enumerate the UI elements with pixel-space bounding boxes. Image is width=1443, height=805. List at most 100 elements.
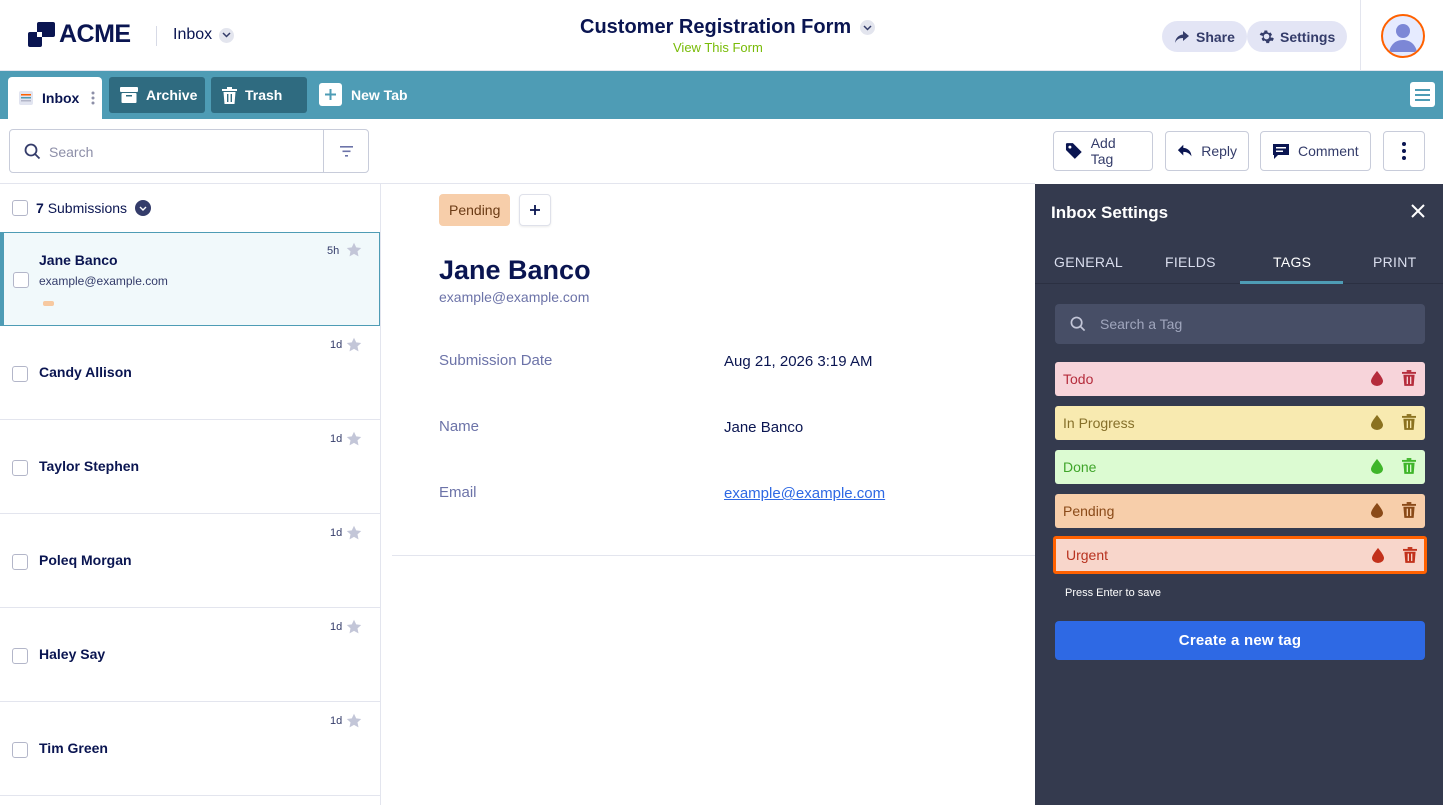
list-item[interactable]: Haley Say 1d bbox=[0, 608, 380, 702]
tab-print[interactable]: PRINT bbox=[1373, 254, 1417, 270]
list-item[interactable]: Poleq Morgan 1d bbox=[0, 514, 380, 608]
tab-inbox[interactable]: Inbox bbox=[8, 77, 102, 119]
drag-handle-icon[interactable] bbox=[91, 90, 95, 106]
hamburger-icon bbox=[1415, 88, 1430, 101]
search-icon bbox=[1070, 316, 1086, 332]
tag-label: Todo bbox=[1063, 371, 1094, 387]
header-divider bbox=[156, 26, 157, 46]
share-icon bbox=[1175, 30, 1189, 43]
trash-icon[interactable] bbox=[1402, 370, 1416, 386]
list-item[interactable]: Tim Green 1d bbox=[0, 702, 380, 796]
create-tag-button[interactable]: Create a new tag bbox=[1055, 621, 1425, 660]
new-tab-button[interactable]: New Tab bbox=[319, 83, 408, 106]
new-tab-label: New Tab bbox=[351, 86, 408, 103]
filter-icon[interactable] bbox=[340, 146, 353, 157]
more-vertical-icon bbox=[1402, 142, 1406, 160]
tab-inbox-label: Inbox bbox=[42, 90, 80, 106]
tab-bar: Inbox Archive Trash New Tab bbox=[0, 71, 1443, 119]
add-tag-plus-button[interactable] bbox=[519, 194, 551, 226]
color-drop-icon[interactable] bbox=[1371, 371, 1383, 386]
tab-archive[interactable]: Archive bbox=[109, 77, 205, 113]
logo-text: ACME bbox=[59, 20, 131, 48]
chevron-down-icon[interactable] bbox=[135, 200, 152, 216]
star-icon[interactable] bbox=[346, 619, 362, 635]
trash-icon[interactable] bbox=[1403, 547, 1417, 563]
tag-search-input[interactable]: Search a Tag bbox=[1055, 304, 1425, 344]
email-link[interactable]: example@example.com bbox=[724, 485, 885, 502]
view-form-link[interactable]: View This Form bbox=[673, 40, 763, 55]
more-options-button[interactable] bbox=[1383, 131, 1425, 171]
submission-name: Jane Banco bbox=[439, 255, 591, 285]
active-tab-indicator bbox=[1240, 281, 1343, 284]
acme-logo[interactable]: ACME bbox=[28, 20, 131, 49]
hamburger-menu-button[interactable] bbox=[1410, 82, 1435, 107]
share-label: Share bbox=[1196, 28, 1235, 45]
add-tag-button[interactable]: Add Tag bbox=[1053, 131, 1153, 171]
row-time: 1d bbox=[330, 715, 343, 727]
tab-tags[interactable]: TAGS bbox=[1273, 254, 1311, 270]
tab-general[interactable]: GENERAL bbox=[1054, 254, 1123, 270]
row-name: Tim Green bbox=[39, 740, 108, 756]
enter-to-save-hint: Press Enter to save bbox=[1065, 587, 1161, 599]
tag-item-pending[interactable]: Pending bbox=[1055, 494, 1425, 528]
gear-icon bbox=[1259, 30, 1274, 44]
row-checkbox[interactable] bbox=[12, 648, 28, 664]
star-icon[interactable] bbox=[346, 242, 362, 258]
row-checkbox[interactable] bbox=[12, 460, 28, 476]
inbox-settings-panel: Inbox Settings GENERAL FIELDS TAGS PRINT… bbox=[1035, 184, 1443, 805]
list-item[interactable]: Candy Allison 1d bbox=[0, 326, 380, 420]
row-checkbox[interactable] bbox=[12, 742, 28, 758]
tab-fields[interactable]: FIELDS bbox=[1165, 254, 1216, 270]
color-drop-icon[interactable] bbox=[1371, 415, 1383, 430]
reply-button[interactable]: Reply bbox=[1165, 131, 1249, 171]
tag-item-urgent-editing[interactable]: Urgent bbox=[1053, 536, 1427, 574]
tag-label-input[interactable]: Urgent bbox=[1066, 547, 1108, 563]
color-drop-icon[interactable] bbox=[1371, 459, 1383, 474]
color-drop-icon[interactable] bbox=[1371, 503, 1383, 518]
trash-icon[interactable] bbox=[1402, 502, 1416, 518]
header-divider bbox=[1360, 0, 1361, 71]
color-drop-icon[interactable] bbox=[1372, 548, 1384, 563]
inbox-dropdown-label: Inbox bbox=[173, 26, 213, 43]
star-icon[interactable] bbox=[346, 337, 362, 353]
tab-trash-label: Trash bbox=[245, 87, 283, 103]
star-icon[interactable] bbox=[346, 525, 362, 541]
share-button[interactable]: Share bbox=[1162, 21, 1247, 52]
row-checkbox[interactable] bbox=[13, 272, 29, 288]
row-name: Candy Allison bbox=[39, 364, 132, 380]
user-avatar[interactable] bbox=[1381, 14, 1425, 58]
form-title[interactable]: Customer Registration Form bbox=[580, 16, 876, 39]
inbox-icon bbox=[19, 91, 33, 105]
star-icon[interactable] bbox=[346, 431, 362, 447]
reply-label: Reply bbox=[1201, 143, 1237, 159]
search-input[interactable]: Search bbox=[9, 129, 369, 173]
comment-icon bbox=[1273, 143, 1289, 159]
row-time: 1d bbox=[330, 527, 343, 539]
list-item[interactable]: Taylor Stephen 1d bbox=[0, 420, 380, 514]
comment-button[interactable]: Comment bbox=[1260, 131, 1371, 171]
trash-icon[interactable] bbox=[1402, 414, 1416, 430]
inbox-dropdown[interactable]: Inbox bbox=[173, 26, 235, 44]
submission-email: example@example.com bbox=[439, 289, 590, 305]
tag-item-done[interactable]: Done bbox=[1055, 450, 1425, 484]
comment-label: Comment bbox=[1298, 143, 1359, 159]
archive-icon bbox=[120, 87, 138, 103]
star-icon[interactable] bbox=[346, 713, 362, 729]
tag-item-todo[interactable]: Todo bbox=[1055, 362, 1425, 396]
submission-list-header: 7 Submissions bbox=[0, 184, 380, 232]
status-badge[interactable]: Pending bbox=[439, 194, 511, 226]
tab-trash[interactable]: Trash bbox=[211, 77, 307, 113]
trash-icon[interactable] bbox=[1402, 458, 1416, 474]
close-icon[interactable] bbox=[1411, 204, 1425, 218]
row-checkbox[interactable] bbox=[12, 366, 28, 382]
settings-label: Settings bbox=[1280, 28, 1336, 45]
detail-divider bbox=[392, 555, 1035, 556]
row-checkbox[interactable] bbox=[12, 554, 28, 570]
settings-tabs: GENERAL FIELDS TAGS PRINT bbox=[1035, 240, 1443, 284]
tag-item-in-progress[interactable]: In Progress bbox=[1055, 406, 1425, 440]
settings-button[interactable]: Settings bbox=[1247, 21, 1348, 52]
plus-icon bbox=[530, 205, 540, 215]
select-all-checkbox[interactable] bbox=[12, 200, 28, 216]
list-item[interactable]: Jane Banco example@example.com 5h bbox=[0, 232, 380, 326]
tag-label: In Progress bbox=[1063, 415, 1135, 431]
